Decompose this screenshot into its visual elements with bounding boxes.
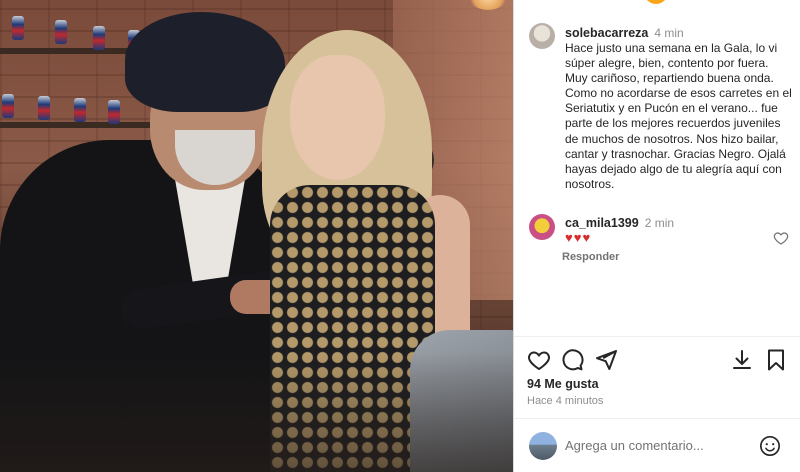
divider <box>514 418 800 419</box>
can <box>55 20 67 44</box>
floor-shadow <box>0 352 513 472</box>
bookmark-icon[interactable] <box>764 348 788 372</box>
shelf <box>0 122 150 128</box>
caption-text: Hace justo una semana en la Gala, lo vi … <box>565 41 792 191</box>
can <box>108 100 120 124</box>
can <box>38 96 50 120</box>
comment-input[interactable] <box>565 438 745 453</box>
comment-like-heart-icon[interactable] <box>773 230 789 246</box>
caption-username[interactable]: solebacarreza <box>565 26 648 40</box>
post-photo[interactable] <box>0 0 513 472</box>
reply-button[interactable]: Responder <box>562 251 619 263</box>
comment-username[interactable]: ca_mila1399 <box>565 216 639 230</box>
emoji-partial-icon <box>644 0 668 4</box>
caption-time[interactable]: 4 min <box>654 26 683 40</box>
download-icon[interactable] <box>730 348 754 372</box>
comment-text: ♥♥♥ <box>565 230 592 245</box>
can <box>12 16 24 40</box>
caption-header: solebacarreza 4 min <box>565 24 684 42</box>
can <box>74 98 86 122</box>
caption-avatar[interactable] <box>529 23 555 49</box>
post-timestamp[interactable]: Hace 4 minutos <box>527 395 603 407</box>
man-hat <box>125 12 285 112</box>
comment-bar <box>514 422 800 472</box>
woman-face <box>290 55 385 180</box>
likes-count[interactable]: 94 Me gusta <box>527 377 599 391</box>
can <box>2 94 14 118</box>
share-icon[interactable] <box>594 348 618 372</box>
comment-avatar[interactable] <box>529 214 555 240</box>
comment-time[interactable]: 2 min <box>645 216 674 230</box>
current-user-avatar <box>529 432 557 460</box>
action-bar <box>514 344 800 374</box>
can <box>93 26 105 50</box>
post-side-panel: solebacarreza 4 min Hace justo una semana… <box>513 0 800 472</box>
heart-icon[interactable] <box>527 348 551 372</box>
divider <box>514 336 800 337</box>
comment-icon[interactable] <box>560 348 584 372</box>
emoji-icon[interactable] <box>759 435 781 457</box>
